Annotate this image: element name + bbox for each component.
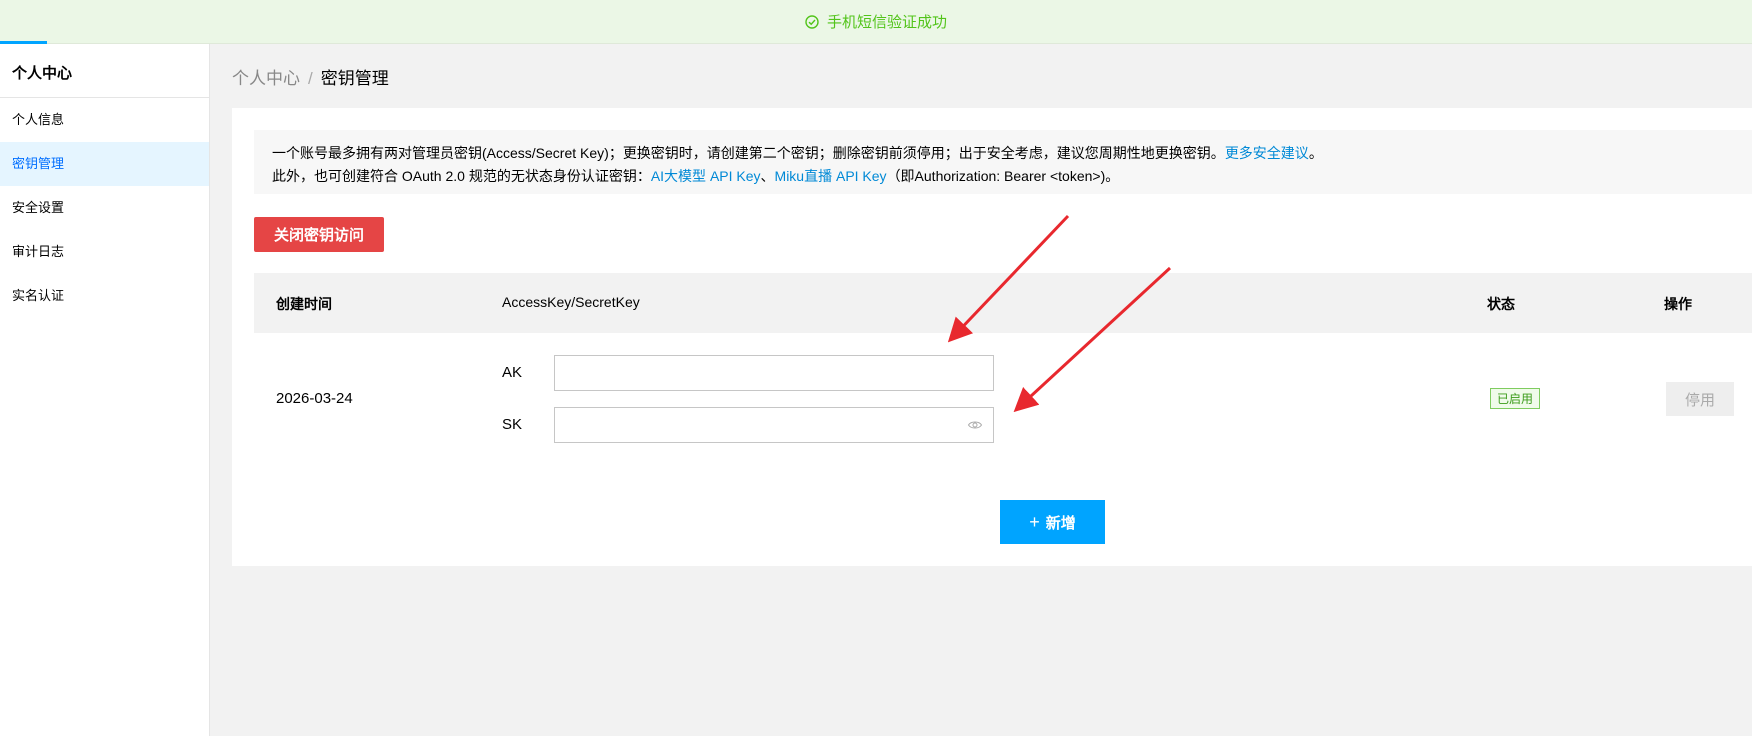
header-operation: 操作 xyxy=(1664,296,1692,312)
breadcrumb-current: 密钥管理 xyxy=(320,69,389,88)
status-badge: 已启用 xyxy=(1490,388,1541,409)
sidebar: 个人中心 个人信息 密钥管理 安全设置 审计日志 实名认证 xyxy=(0,44,210,736)
miku-api-key-link[interactable]: Miku直播 API Key xyxy=(775,168,887,184)
breadcrumb-parent[interactable]: 个人中心 xyxy=(232,69,300,88)
sk-label: SK xyxy=(502,416,523,433)
notice-line-2-sep: 、 xyxy=(760,168,775,184)
notice-line-1-text: 一个账号最多拥有两对管理员密钥(Access/Secret Key)；更换密钥时… xyxy=(272,145,1225,161)
header-status: 状态 xyxy=(1487,296,1515,312)
check-circle-icon xyxy=(805,14,819,29)
notice-line-2-text: 此外，也可创建符合 OAuth 2.0 规范的无状态身份认证密钥： xyxy=(272,168,651,184)
sidebar-item-profile[interactable]: 个人信息 xyxy=(0,98,209,142)
eye-icon[interactable] xyxy=(967,417,983,433)
success-toast: 手机短信验证成功 xyxy=(0,0,1752,44)
table-header: 创建时间 AccessKey/SecretKey 状态 操作 xyxy=(254,273,1752,333)
security-advice-link[interactable]: 更多安全建议 xyxy=(1225,145,1309,161)
notice-line-1-end: 。 xyxy=(1308,145,1323,161)
sidebar-item-verification[interactable]: 实名认证 xyxy=(0,274,209,318)
ai-api-key-link[interactable]: AI大模型 API Key xyxy=(651,168,761,184)
plus-icon: + xyxy=(1029,511,1040,532)
access-key-field[interactable] xyxy=(554,355,994,391)
secret-key-field[interactable] xyxy=(554,407,994,443)
add-key-button[interactable]: + 新增 xyxy=(1000,500,1105,544)
key-notice: 一个账号最多拥有两对管理员密钥(Access/Secret Key)；更换密钥时… xyxy=(254,130,1752,194)
close-key-access-button[interactable]: 关闭密钥访问 xyxy=(254,217,384,252)
breadcrumb-separator: / xyxy=(308,69,313,88)
toast-message: 手机短信验证成功 xyxy=(826,14,947,31)
sidebar-item-key-management[interactable]: 密钥管理 xyxy=(0,142,209,186)
sidebar-item-security[interactable]: 安全设置 xyxy=(0,186,209,230)
add-key-label: 新增 xyxy=(1045,514,1076,532)
notice-line-2-end: （即Authorization: Bearer <token>)。 xyxy=(886,168,1120,184)
sidebar-item-audit-log[interactable]: 审计日志 xyxy=(0,230,209,274)
created-date: 2026-03-24 xyxy=(276,390,353,407)
ak-label: AK xyxy=(502,364,523,381)
breadcrumb: 个人中心 / 密钥管理 xyxy=(232,64,389,89)
main-panel: 一个账号最多拥有两对管理员密钥(Access/Secret Key)；更换密钥时… xyxy=(232,108,1752,566)
notice-line-2: 此外，也可创建符合 OAuth 2.0 规范的无状态身份认证密钥：AI大模型 A… xyxy=(272,165,1752,188)
sidebar-title: 个人中心 xyxy=(0,44,209,98)
active-tab-indicator xyxy=(0,41,47,44)
header-created-time: 创建时间 xyxy=(276,296,332,312)
disable-key-button[interactable]: 停用 xyxy=(1666,382,1734,416)
header-access-secret-key: AccessKey/SecretKey xyxy=(502,294,640,310)
notice-line-1: 一个账号最多拥有两对管理员密钥(Access/Secret Key)；更换密钥时… xyxy=(272,142,1752,165)
